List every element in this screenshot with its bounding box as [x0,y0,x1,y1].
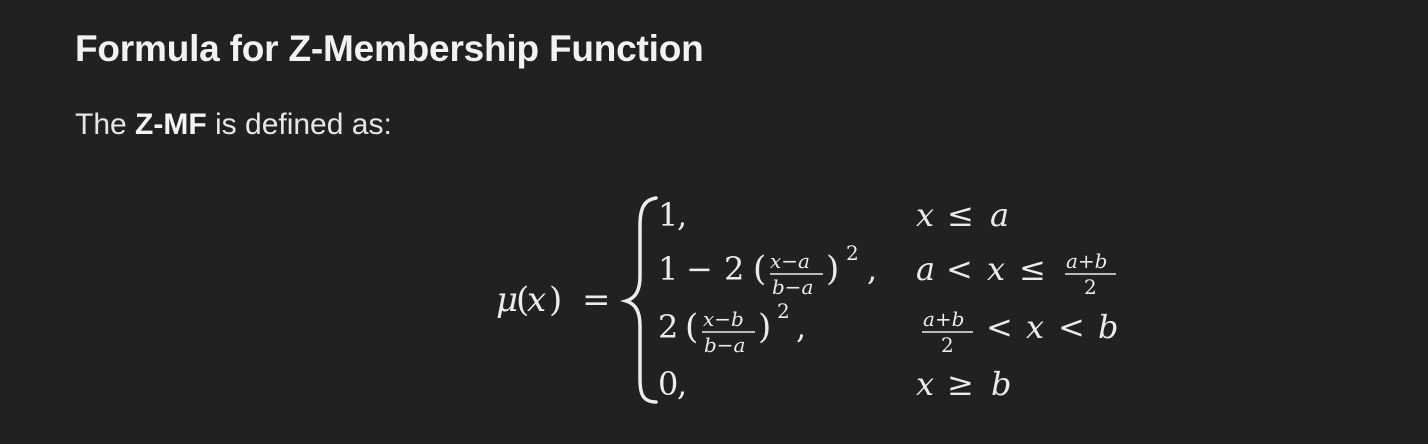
formula-lhs: μ ( x ) = [496,280,611,320]
case-2-two: 2 [724,250,744,288]
case-3-cond-b: b [1098,308,1118,346]
case-3-cond-denominator: 2 [941,333,954,357]
case-3-cond-numerator: a+b [923,307,964,331]
case-3-numerator: x−b [703,307,744,331]
lhs-rparen: ) [549,280,562,320]
case-4-comma: , [677,365,687,403]
left-brace [619,196,658,404]
case-3-rparen: ) [758,307,771,347]
case-1-cond-a: a [990,196,1009,234]
case-3-cond-x: x [1026,308,1044,346]
case-2-lparen: ( [753,249,766,289]
case-4-cond-ge: ≥ [947,365,974,403]
case-3-lparen: ( [685,307,698,347]
intro-suffix: is defined as: [206,108,392,141]
intro-paragraph: The Z-MF is defined as: [75,108,392,142]
intro-prefix: The [75,108,136,141]
case-2-cond-numerator: a+b [1066,249,1107,273]
section-heading: Formula for Z-Membership Function [75,28,704,69]
case-3-cond-lt-1: < [986,308,1013,346]
case-2: 1 − 2 ( x−a b−a ) 2 , a < x ≤ a+b 2 [658,241,1116,299]
case-3-comma: , [796,308,806,346]
formula-svg: μ ( x ) = 1 , x ≤ a 1 − 2 ( x−a b−a) 2 … [496,196,1118,404]
equals-sign: = [582,280,611,320]
case-2-exponent: 2 [846,241,859,265]
case-1-comma: , [677,196,687,234]
case-2-cond-lt: < [946,250,973,288]
case-2-cond-a: a [916,250,935,288]
z-mf-formula: μ ( x ) = 1 , x ≤ a 1 − 2 ( x−a b−a) 2 … [470,188,1170,418]
case-2-one: 1 [658,250,678,288]
case-3-denominator: b−a [704,333,745,357]
case-2-comma: , [867,250,877,288]
document: Formula for Z-Membership Function The Z-… [0,0,1428,444]
case-2-cond-x: x [987,250,1005,288]
case-1: 1 , x ≤ a [658,196,1009,234]
case-3-cond-lt-2: < [1058,308,1085,346]
case-2-numerator: x−a [770,249,810,273]
case-1-cond-le: ≤ [947,196,974,234]
case-1-one: 1 [658,196,678,234]
case-4-cond-b: b [991,365,1011,403]
case-3: 2 ( x−b b−a ) 2 , a+b 2 < x < b [658,299,1118,357]
case-4-zero: 0 [658,365,678,403]
case-3-exponent: 2 [777,299,790,323]
case-4: 0 , x ≥ b [658,365,1011,403]
case-2-cond-le: ≤ [1019,250,1046,288]
case-2-denominator: b−a [772,275,813,299]
mu-symbol: μ [496,280,518,320]
case-2-minus: − [686,250,713,288]
case-2-rparen: ) [826,249,839,289]
case-4-cond-x: x [916,365,934,403]
case-1-cond-x: x [916,196,934,234]
intro-term: Z-MF [135,108,207,141]
case-3-two: 2 [658,308,678,346]
case-2-cond-denominator: 2 [1084,275,1097,299]
lhs-x: x [527,280,546,320]
